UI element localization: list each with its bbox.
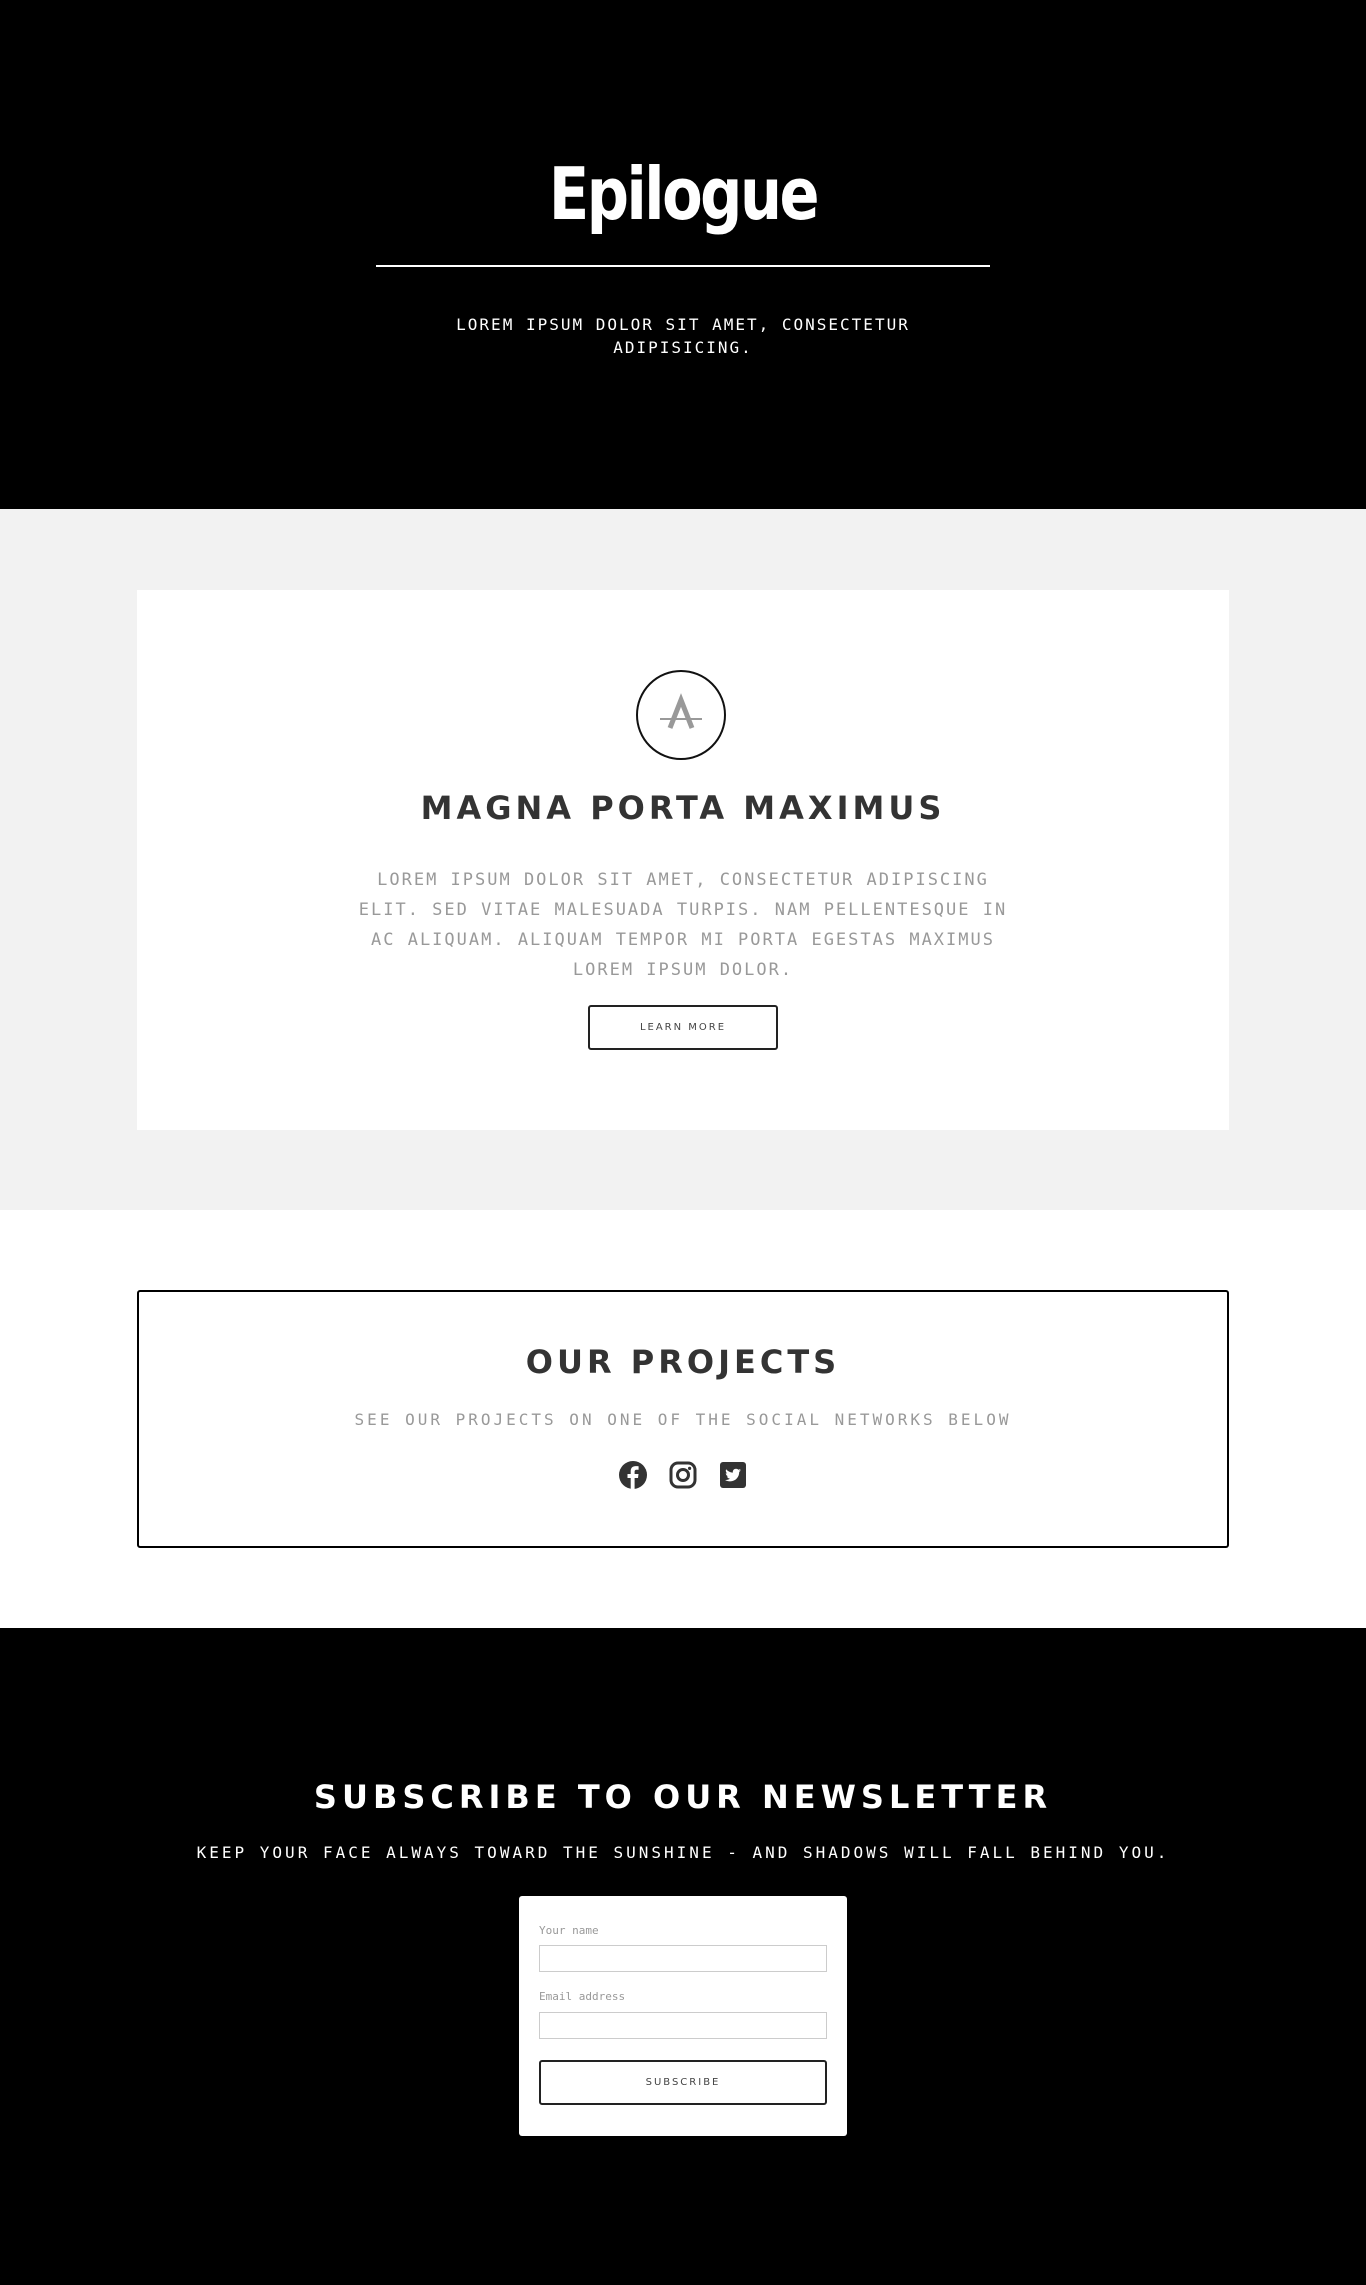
- hero-subtitle: LOREM IPSUM DOLOR SIT AMET, CONSECTETUR …: [456, 315, 910, 357]
- hero-divider: [376, 265, 990, 267]
- feature-title: MAGNA PORTA MAXIMUS: [420, 789, 946, 827]
- feature-card: MAGNA PORTA MAXIMUS LOREM IPSUM DOLOR SI…: [137, 590, 1229, 1130]
- subscribe-form: Your name Email address SUBSCRIBE: [519, 1896, 847, 2136]
- letter-a-logo-icon: [636, 670, 726, 760]
- projects-subtitle: SEE OUR PROJECTS ON ONE OF THE SOCIAL NE…: [354, 1410, 1012, 1429]
- facebook-icon[interactable]: [618, 1460, 648, 1490]
- subscribe-button[interactable]: SUBSCRIBE: [539, 2060, 827, 2105]
- twitter-icon[interactable]: [718, 1460, 748, 1490]
- name-field[interactable]: [539, 1945, 827, 1972]
- site-title: Epilogue: [548, 152, 820, 236]
- instagram-icon[interactable]: [668, 1460, 698, 1490]
- social-links: [139, 1460, 1227, 1490]
- email-field[interactable]: [539, 2012, 827, 2039]
- newsletter-section: SUBSCRIBE TO OUR NEWSLETTER KEEP YOUR FA…: [0, 1628, 1366, 2285]
- name-field-label: Your name: [539, 1924, 599, 1937]
- feature-section: MAGNA PORTA MAXIMUS LOREM IPSUM DOLOR SI…: [0, 509, 1366, 1210]
- learn-more-button[interactable]: LEARN MORE: [588, 1005, 778, 1050]
- feature-description: LOREM IPSUM DOLOR SIT AMET, CONSECTETUR …: [358, 870, 1008, 980]
- newsletter-subtitle: KEEP YOUR FACE ALWAYS TOWARD THE SUNSHIN…: [196, 1843, 1170, 1862]
- hero-section: Epilogue LOREM IPSUM DOLOR SIT AMET, CON…: [0, 0, 1366, 509]
- newsletter-title: SUBSCRIBE TO OUR NEWSLETTER: [313, 1778, 1053, 1816]
- email-field-label: Email address: [539, 1990, 626, 2003]
- projects-box: OUR PROJECTS SEE OUR PROJECTS ON ONE OF …: [137, 1290, 1229, 1548]
- projects-title: OUR PROJECTS: [525, 1343, 841, 1381]
- projects-section: OUR PROJECTS SEE OUR PROJECTS ON ONE OF …: [0, 1210, 1366, 1628]
